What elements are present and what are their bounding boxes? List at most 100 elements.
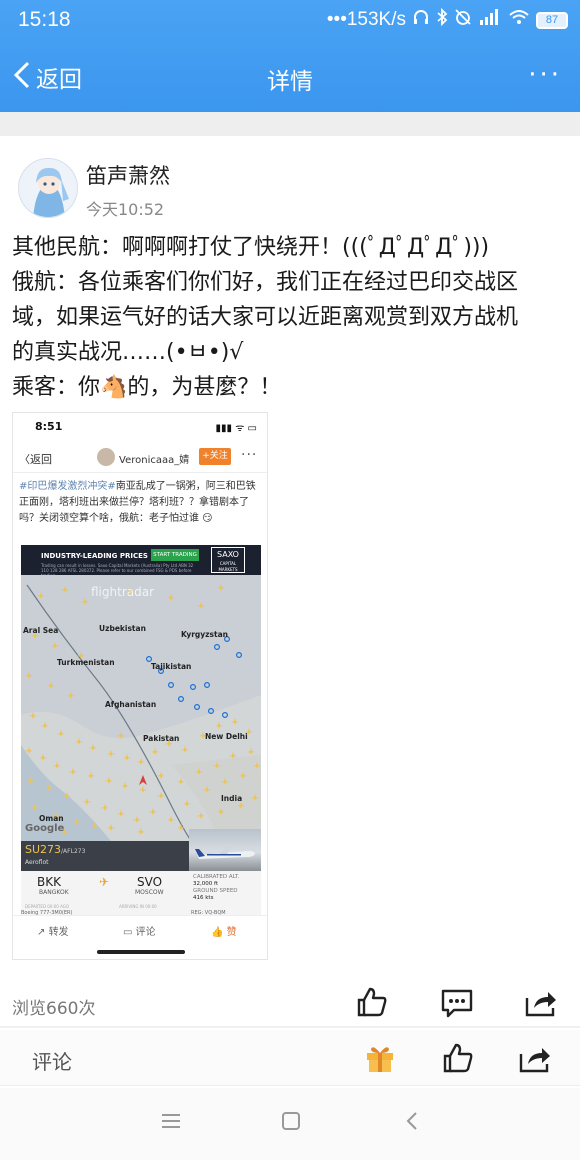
thumbs-up-icon [443, 1043, 473, 1073]
embedded-repost-label: 转发 [48, 927, 69, 938]
embedded-username: Veronicaaa_婧 [119, 455, 190, 466]
departed-label: DEPARTED 00:00 AGO [25, 904, 70, 909]
flight-map: Uzbekistan Kyrgyzstan Turkmenistan Tajikist… [21, 575, 261, 841]
share-icon [525, 992, 556, 1017]
post-line: 其他民航：啊啊啊打仗了快绕开！(((ﾟДﾟДﾟДﾟ))) [12, 235, 490, 260]
chevron-left-icon [406, 1112, 417, 1130]
page-title: 详情 [267, 69, 313, 95]
map-label: Pakistan [143, 734, 179, 743]
menu-icon [162, 1114, 180, 1128]
bluetooth-icon [436, 7, 448, 32]
status-bar: 15:18 •••153K/s 87 [0, 0, 580, 40]
back-nav-button[interactable] [402, 1110, 424, 1136]
embedded-hashtag: #印巴爆发激烈冲突# [19, 481, 116, 492]
embedded-like-label: 赞 [226, 927, 237, 938]
app-bar: 返回 详情 ··· [0, 44, 580, 112]
map-label: Turkmenistan [57, 658, 115, 667]
headphone-icon [412, 8, 430, 32]
speed-label: GROUND SPEED [193, 888, 238, 894]
status-icons: •••153K/s 87 [326, 7, 568, 32]
flight-number-text: SU273 [25, 843, 62, 856]
airline-name: Aeroflot [25, 859, 49, 866]
flight-number: SU273/AFL273 [25, 843, 85, 856]
share-button-bottom[interactable] [518, 1044, 552, 1078]
chevron-left-icon [12, 60, 32, 94]
more-menu-button[interactable]: ··· [528, 60, 562, 90]
map-label: New Delhi [205, 732, 248, 741]
ad-title: INDUSTRY-LEADING PRICES [41, 552, 148, 560]
post-image[interactable]: 8:51 ▮▮▮ ᯤ ▭ 〈返回 Veronicaaa_婧 +关注 ··· #印… [12, 412, 268, 960]
share-button[interactable] [524, 988, 558, 1022]
embedded-action-bar: ↗ 转发 ▭ 评论 👍 赞 [13, 915, 267, 959]
flight-stats: CALIBRATED ALT. 32,000 ft GROUND SPEED 4… [189, 871, 261, 915]
embedded-status-bar: 8:51 ▮▮▮ ᯤ ▭ [13, 413, 267, 441]
embedded-more: ··· [241, 447, 258, 463]
system-nav-bar [0, 1088, 580, 1160]
ad-button: START TRADING [151, 549, 199, 561]
signal-icon [478, 8, 502, 32]
home-square-icon [282, 1112, 300, 1130]
like-button[interactable] [356, 986, 388, 1022]
embedded-comment-label: 评论 [135, 927, 156, 938]
post-line: 乘客：你🐴的，为甚麼？！ [12, 375, 282, 400]
saxo-logo: SAXO CAPITAL MARKETS [211, 547, 245, 573]
post-line: 的真实战况……(•ㅂ•)√ [12, 340, 244, 365]
comment-input[interactable]: 评论 [32, 1046, 72, 1075]
post-line: 域，如果运气好的话大家可以近距离观赏到双方战机 [12, 305, 519, 330]
origin-code: BKK [37, 875, 61, 889]
plane-icon: ✈ [99, 875, 110, 889]
thumbs-up-icon [357, 987, 387, 1017]
menu-button[interactable] [160, 1110, 182, 1136]
post-content: 其他民航：啊啊啊打仗了快绕开！(((ﾟДﾟДﾟДﾟ))) 俄航：各位乘客们你们好… [12, 230, 572, 405]
embedded-text: #印巴爆发激烈冲突#南亚乱成了一锅粥，阿三和巴铁正面刚，塔利班出来做拦停？塔利班… [19, 479, 261, 527]
speed-value: 416 kts [193, 895, 214, 901]
aircraft-photo [189, 829, 261, 871]
flight-code: /AFL273 [61, 848, 86, 855]
embedded-back: 〈返回 [19, 453, 52, 466]
flightradar-watermark: flightradar [91, 585, 155, 599]
embedded-status-icons: ▮▮▮ ᯤ ▭ [215, 423, 257, 434]
alarm-off-icon [454, 8, 472, 32]
emoji-icon: 😏 [199, 513, 213, 524]
back-button[interactable]: 返回 [12, 60, 82, 94]
destination-city: MOSCOW [135, 889, 164, 896]
network-speed: •••153K/s [326, 9, 406, 30]
map-label: India [221, 794, 242, 803]
saxo-logo-sub: CAPITAL MARKETS [218, 561, 238, 572]
view-count: 浏览660次 [12, 999, 96, 1019]
comment-button[interactable] [440, 988, 474, 1022]
gift-icon [367, 1047, 393, 1072]
gift-button[interactable] [364, 1042, 396, 1078]
divider [0, 112, 580, 136]
ad-banner: INDUSTRY-LEADING PRICES START TRADING Tr… [21, 545, 261, 578]
battery-icon: 87 [536, 11, 568, 29]
comment-bar: 评论 [0, 1030, 580, 1086]
avatar[interactable] [18, 158, 78, 218]
post-line: 俄航：各位乘客们你们好，我们正在经过巴印交战区 [12, 270, 519, 295]
embedded-repost: ↗ 转发 [37, 927, 69, 938]
author-name[interactable]: 笛声萧然 [86, 160, 170, 190]
embedded-home-indicator [97, 950, 185, 954]
map-label: Kyrgyzstan [181, 630, 228, 639]
google-logo: Google [25, 823, 65, 834]
map-label: Oman [39, 814, 64, 823]
origin-city: BANGKOK [39, 889, 69, 896]
saxo-logo-text: SAXO [217, 550, 239, 559]
map-label: Aral Sea [23, 626, 58, 635]
comment-icon [441, 989, 473, 1018]
embedded-like: 👍 赞 [211, 927, 237, 938]
arriving-label: ARRIVING IN 00:00 [119, 904, 157, 909]
top-bar: 15:18 •••153K/s 87 返回 详情 ··· [0, 0, 580, 112]
like-button-bottom[interactable] [442, 1042, 474, 1078]
flightradar-screenshot: INDUSTRY-LEADING PRICES START TRADING Tr… [21, 545, 261, 915]
post-time: 今天10:52 [86, 200, 165, 219]
flight-header: SU273/AFL273 Aeroflot [21, 841, 189, 871]
back-label: 返回 [36, 67, 82, 93]
embedded-avatar [97, 448, 115, 466]
flight-route: BKK BANGKOK ✈ SVO MOSCOW DEPARTED 00:00 … [21, 871, 189, 915]
embedded-nav: 〈返回 Veronicaaa_婧 +关注 ··· [13, 443, 267, 473]
altitude-label: CALIBRATED ALT. [193, 874, 240, 880]
home-button[interactable] [280, 1110, 302, 1136]
embedded-comment: ▭ 评论 [123, 927, 156, 938]
embedded-follow: +关注 [199, 448, 231, 465]
